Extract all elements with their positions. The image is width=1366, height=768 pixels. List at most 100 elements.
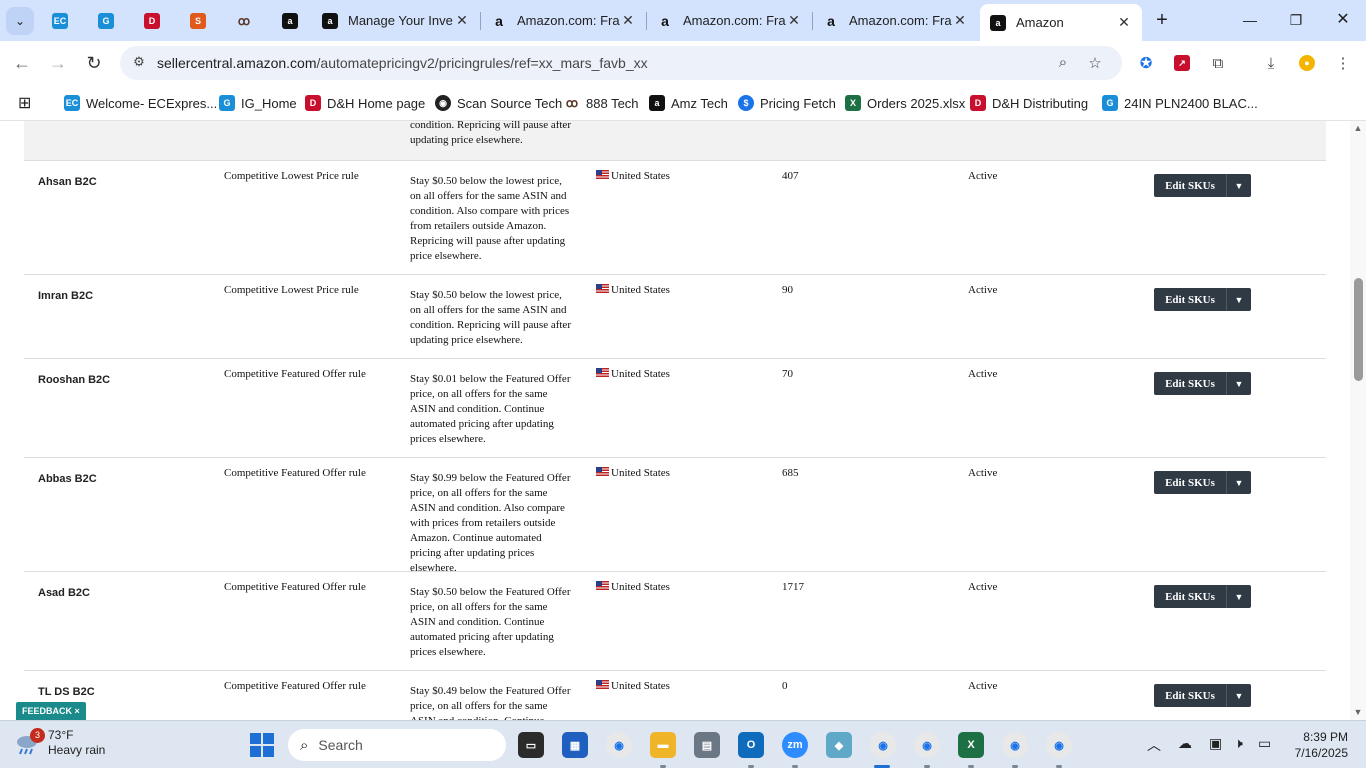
chrome-profile-4-icon[interactable]: ◉	[1046, 732, 1072, 758]
bookmark-dh-distributing[interactable]: D D&H Distributing	[970, 92, 1088, 114]
tab-manage-inventory[interactable]: a Manage Your Inve ✕	[312, 4, 480, 37]
bookmark-24in-pln2400[interactable]: G 24IN PLN2400 BLAC...	[1102, 92, 1258, 114]
microsoft-store-icon[interactable]: ▦	[562, 732, 588, 758]
apps-grid-icon[interactable]: ⊞	[18, 92, 31, 114]
system-clock[interactable]: 8:39 PM 7/16/2025	[1290, 729, 1348, 761]
start-windows-icon[interactable]	[250, 733, 274, 757]
volume-icon[interactable]: 🕨	[1234, 735, 1243, 752]
marketplace-label: United States	[611, 368, 670, 380]
tab-search-chevron-icon[interactable]: ⌄	[6, 7, 34, 35]
bookmark-888-tech[interactable]: ꝏ 888 Tech	[564, 92, 639, 114]
zoom-icon[interactable]: zm	[782, 732, 808, 758]
dh-icon: D	[305, 95, 321, 111]
rule-type: Competitive Featured Offer rule	[224, 368, 366, 380]
rule-status: Active	[968, 170, 998, 182]
bookmark-label: D&H Distributing	[992, 95, 1089, 111]
excel-icon[interactable]: X	[958, 732, 984, 758]
new-tab-icon[interactable]: +	[1150, 8, 1174, 32]
close-tab-icon[interactable]: ✕	[786, 12, 802, 29]
pinned-tab-amazon[interactable]: a	[277, 8, 303, 34]
back-arrow-icon[interactable]: ←	[10, 51, 34, 75]
network-icon[interactable]: ▣	[1209, 735, 1222, 752]
tab-amazon-active[interactable]: a Amazon ✕	[980, 4, 1142, 41]
chevron-down-icon[interactable]: ▼	[1227, 471, 1251, 494]
calculator-icon[interactable]: ▤	[694, 732, 720, 758]
reload-icon[interactable]: ↻	[82, 51, 106, 75]
site-info-icon[interactable]: ⚙	[130, 54, 148, 72]
edit-skus-button[interactable]: Edit SKUs	[1154, 174, 1227, 197]
close-tab-icon[interactable]: ✕	[952, 12, 968, 29]
dh-icon: D	[144, 13, 160, 29]
bookmark-label: Pricing Fetch	[760, 95, 836, 111]
weather-widget[interactable]: 3 73°F Heavy rain	[14, 728, 105, 758]
chevron-down-icon[interactable]: ▼	[1227, 174, 1251, 197]
scroll-down-arrow-icon[interactable]: ▼	[1352, 707, 1364, 717]
ig-icon: G	[1102, 95, 1118, 111]
chrome-profile-2-icon[interactable]: ◉	[914, 732, 940, 758]
menu-kebab-icon[interactable]: ⋮	[1332, 52, 1354, 74]
tab-amazon-fra-2[interactable]: a Amazon.com: Fra ✕	[647, 4, 812, 37]
chevron-down-icon[interactable]: ▼	[1227, 684, 1251, 707]
feedback-button[interactable]: FEEDBACK ×	[16, 702, 86, 720]
address-bar[interactable]: ⚙ sellercentral.amazon.com/automateprici…	[120, 46, 1122, 80]
marketplace-label: United States	[611, 680, 670, 692]
bookmark-orders-2025[interactable]: X Orders 2025.xlsx	[845, 92, 965, 114]
bookmark-ig-home[interactable]: G IG_Home	[219, 92, 297, 114]
close-tab-icon[interactable]: ✕	[620, 12, 636, 29]
extensions-puzzle-icon[interactable]: ⧉	[1207, 52, 1229, 74]
profile-avatar-icon[interactable]: ●	[1299, 55, 1315, 71]
onedrive-sync-icon[interactable]: ☁	[1178, 735, 1192, 752]
edit-skus-button[interactable]: Edit SKUs	[1154, 471, 1227, 494]
outlook-icon[interactable]: O	[738, 732, 764, 758]
bookmark-ecexpress[interactable]: EC Welcome- ECExpres...	[64, 92, 217, 114]
pdf-extension-icon[interactable]: ↗	[1174, 55, 1190, 71]
edit-skus-button[interactable]: Edit SKUs	[1154, 585, 1227, 608]
chrome-icon[interactable]: ◉	[606, 732, 632, 758]
chevron-down-icon[interactable]: ▼	[1227, 585, 1251, 608]
chevron-down-icon[interactable]: ▼	[1227, 372, 1251, 395]
pinned-tab-888[interactable]: ꝏ	[231, 8, 257, 34]
close-window-icon[interactable]: ✕	[1331, 8, 1355, 32]
maximize-icon[interactable]: ❐	[1284, 8, 1308, 32]
marketplace: United States	[596, 367, 670, 382]
chrome-profile-3-icon[interactable]: ◉	[1002, 732, 1028, 758]
bookmark-scan-source[interactable]: ◉ Scan Source Tech	[435, 92, 562, 114]
edit-skus-button[interactable]: Edit SKUs	[1154, 372, 1227, 395]
amazon-icon: a	[649, 95, 665, 111]
close-tab-icon[interactable]: ✕	[1116, 14, 1132, 31]
taskbar-search[interactable]: ⌕ Search	[288, 729, 506, 761]
edit-skus-button[interactable]: Edit SKUs	[1154, 684, 1227, 707]
tab-amazon-fra-3[interactable]: a Amazon.com: Fra ✕	[813, 4, 978, 37]
bookmark-pricing-fetch[interactable]: $ Pricing Fetch	[738, 92, 836, 114]
forward-arrow-icon[interactable]: →	[46, 51, 70, 75]
us-flag-icon	[596, 680, 609, 689]
pinned-tab-s[interactable]: S	[185, 8, 211, 34]
chrome-active-icon[interactable]: ◉	[870, 732, 896, 758]
zoom-search-icon[interactable]: ⌕	[1053, 54, 1073, 74]
bookmark-amz-tech[interactable]: a Amz Tech	[649, 92, 728, 114]
page-scrollbar[interactable]	[1350, 121, 1366, 720]
extension-globe-icon[interactable]: ✪	[1135, 52, 1157, 74]
888-icon: ꝏ	[237, 14, 251, 28]
close-tab-icon[interactable]: ✕	[454, 12, 470, 29]
task-view-icon[interactable]: ▭	[518, 732, 544, 758]
file-explorer-icon[interactable]: ▬	[650, 732, 676, 758]
minimize-icon[interactable]: —	[1238, 8, 1262, 32]
scrollbar-thumb[interactable]	[1354, 278, 1363, 381]
edit-skus-button[interactable]: Edit SKUs	[1154, 288, 1227, 311]
pinned-tab-ig[interactable]: G	[93, 8, 119, 34]
chevron-down-icon[interactable]: ▼	[1227, 288, 1251, 311]
rule-description: Stay $0.50 below the lowest price, on al…	[410, 175, 570, 262]
download-icon[interactable]: ⤓	[1260, 52, 1282, 74]
marketplace: United States	[596, 466, 670, 481]
pinned-tab-dh[interactable]: D	[139, 8, 165, 34]
battery-icon[interactable]: ▭	[1258, 735, 1271, 752]
app-diamond-icon[interactable]: ◆	[826, 732, 852, 758]
marketplace-label: United States	[611, 581, 670, 593]
tab-amazon-fra-1[interactable]: a Amazon.com: Fra ✕	[481, 4, 646, 37]
bookmark-star-icon[interactable]: ☆	[1085, 54, 1105, 74]
bookmark-dh-home[interactable]: D D&H Home page	[305, 92, 425, 114]
pinned-tab-ec[interactable]: EC	[47, 8, 73, 34]
tray-chevron-up-icon[interactable]: ︿	[1147, 735, 1161, 755]
scroll-up-arrow-icon[interactable]: ▲	[1352, 123, 1364, 133]
